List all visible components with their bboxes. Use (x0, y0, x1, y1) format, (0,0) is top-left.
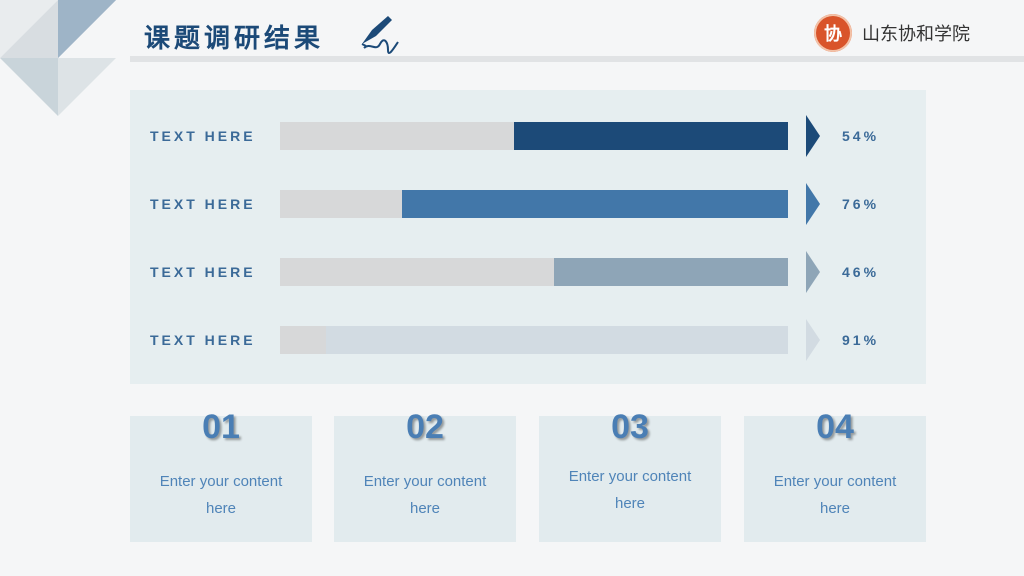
school-name: 山东协和学院 (862, 24, 970, 45)
bar-percent: 91% (842, 332, 880, 348)
card-text: Enter your content here (130, 468, 312, 522)
bar-track (280, 122, 788, 150)
card-number: 01 (202, 408, 240, 446)
card-text: Enter your content here (539, 463, 721, 517)
card-text-line: Enter your content (568, 468, 692, 485)
bar-label: TEXT HERE (150, 196, 256, 212)
content-card-4: 04 Enter your content here (744, 408, 926, 542)
card-text-line: here (409, 500, 441, 517)
card-number: 02 (406, 408, 444, 446)
bar-arrow (806, 115, 820, 157)
bar-track (280, 258, 788, 286)
bar-track (280, 190, 788, 218)
content-card-3: 03 Enter your content here (539, 408, 721, 542)
bar-fill (513, 122, 788, 150)
card-text-line: here (205, 500, 237, 517)
card-text: Enter your content here (334, 468, 516, 522)
card-text: Enter your content here (744, 468, 926, 522)
bar-percent: 54% (842, 128, 880, 144)
bar-percent: 76% (842, 196, 880, 212)
bar-label: TEXT HERE (150, 128, 256, 144)
corner-decoration (0, 0, 116, 116)
bar-fill (401, 190, 788, 218)
card-text-line: Enter your content (363, 473, 487, 490)
title-underline (130, 56, 1024, 62)
bar-row-1: TEXT HERE 54% (130, 115, 926, 157)
bar-label: TEXT HERE (150, 332, 256, 348)
pen-icon (361, 16, 399, 54)
progress-panel: TEXT HERE 54% TEXT HERE 76% TEXT HERE 46… (130, 90, 926, 384)
content-card-1: 01 Enter your content here (130, 408, 312, 542)
school-logo: 协 (814, 14, 852, 52)
slide-title: 课题调研结果 (144, 24, 325, 54)
card-text-line: here (819, 500, 851, 517)
bar-row-3: TEXT HERE 46% (130, 251, 926, 293)
card-number: 03 (611, 408, 649, 446)
card-text-line: here (614, 495, 646, 512)
bar-arrow (806, 319, 820, 361)
bar-fill (554, 258, 788, 286)
bar-label: TEXT HERE (150, 264, 256, 280)
bar-fill (325, 326, 788, 354)
card-text-line: Enter your content (773, 473, 897, 490)
bar-percent: 46% (842, 264, 880, 280)
brand: 协 山东协和学院 (814, 14, 970, 52)
bar-row-4: TEXT HERE 91% (130, 319, 926, 361)
bar-arrow (806, 183, 820, 225)
card-text-line: Enter your content (159, 473, 283, 490)
bar-row-2: TEXT HERE 76% (130, 183, 926, 225)
content-card-2: 02 Enter your content here (334, 408, 516, 542)
bar-track (280, 326, 788, 354)
bar-arrow (806, 251, 820, 293)
card-number: 04 (816, 408, 854, 446)
